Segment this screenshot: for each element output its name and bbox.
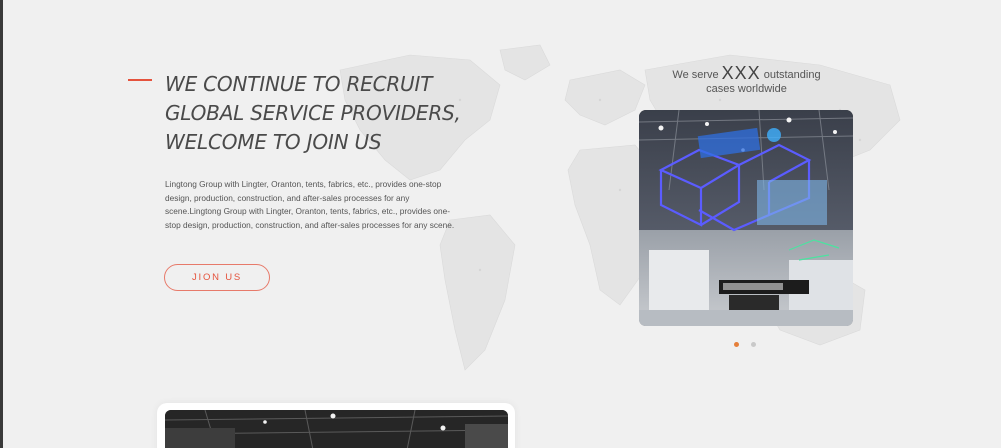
carousel-slide-photo[interactable] xyxy=(639,110,853,326)
headline-accent-line xyxy=(128,79,152,81)
exhibition-booth-image xyxy=(639,110,853,326)
join-us-button[interactable]: JION US xyxy=(164,264,270,291)
headline-line-2: GLOBAL SERVICE PROVIDERS, xyxy=(165,101,461,125)
headline-line-1: WE CONTINUE TO RECRUIT xyxy=(165,72,433,96)
carousel-dot-1[interactable] xyxy=(734,342,739,347)
hall-ceiling-image xyxy=(165,410,508,448)
page: WE CONTINUE TO RECRUIT GLOBAL SERVICE PR… xyxy=(0,0,1001,448)
serve-count: XXX xyxy=(721,63,761,83)
headline: WE CONTINUE TO RECRUIT GLOBAL SERVICE PR… xyxy=(165,70,485,157)
serve-suffix: outstanding xyxy=(763,69,821,81)
carousel-dot-2[interactable] xyxy=(751,342,756,347)
serve-caption: We serve XXX outstanding cases worldwide xyxy=(640,63,853,96)
bottom-card-photo xyxy=(165,410,508,448)
serve-line-2: cases worldwide xyxy=(706,83,787,95)
description: Lingtong Group with Lingter, Oranton, te… xyxy=(165,179,455,231)
window-edge xyxy=(0,0,3,448)
headline-line-3: WELCOME TO JOIN US xyxy=(165,130,382,154)
serve-prefix: We serve xyxy=(672,69,719,81)
